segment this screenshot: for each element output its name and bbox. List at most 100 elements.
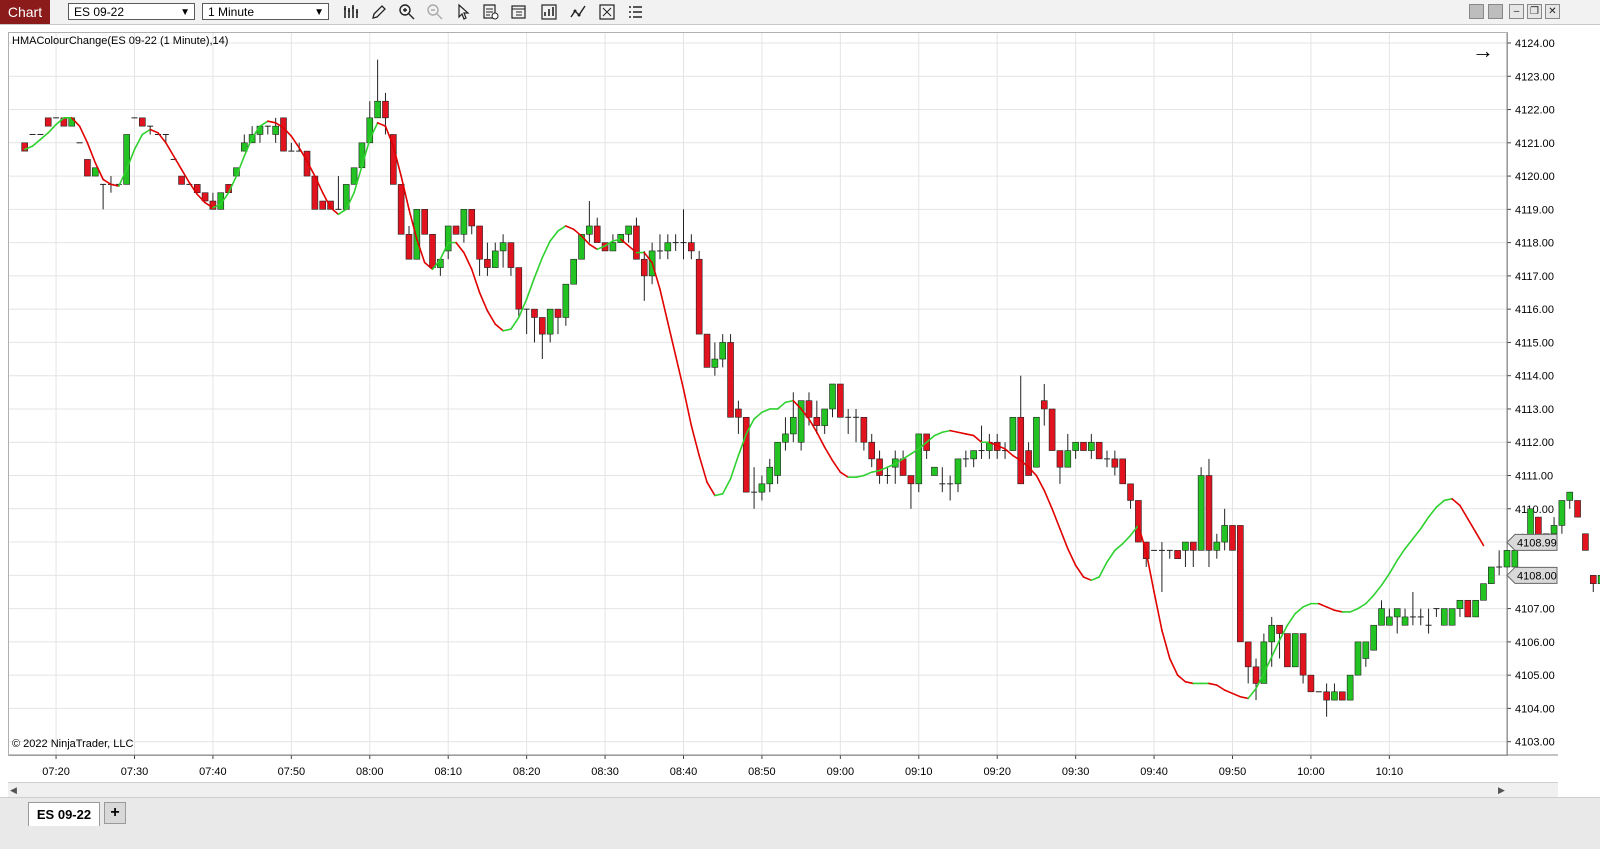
tab-es-09-22[interactable]: ES 09-22 bbox=[28, 802, 100, 826]
hma-line-segment bbox=[329, 206, 340, 216]
scroll-right-arrow-icon[interactable]: → bbox=[1472, 38, 1494, 64]
x-tick-label: 09:10 bbox=[905, 766, 933, 778]
hma-line-segment bbox=[494, 323, 504, 332]
candle-up bbox=[586, 225, 593, 235]
add-tab-button[interactable]: + bbox=[104, 802, 126, 824]
candle-up bbox=[1393, 608, 1401, 618]
hma-line-segment bbox=[1114, 542, 1124, 552]
hma-line-segment bbox=[1365, 594, 1375, 605]
hma-line-segment bbox=[478, 291, 489, 312]
candle-up bbox=[782, 433, 789, 443]
scroll-left-icon[interactable]: ◀ bbox=[10, 783, 17, 797]
hma-line-segment bbox=[337, 208, 348, 216]
hma-line-segment bbox=[1443, 498, 1453, 502]
candle-up bbox=[625, 225, 632, 235]
hma-line-segment bbox=[172, 155, 183, 171]
candle-down bbox=[1323, 691, 1330, 701]
candle-up bbox=[1558, 500, 1566, 526]
candle-down bbox=[476, 225, 483, 260]
candle-down bbox=[1237, 525, 1244, 643]
hma-line-segment bbox=[102, 178, 112, 186]
candle-down bbox=[397, 184, 405, 235]
candle-down bbox=[727, 342, 734, 418]
y-tick-label: 4120.00 bbox=[1515, 171, 1555, 183]
candle-up bbox=[1213, 541, 1221, 551]
candle-up bbox=[123, 134, 130, 185]
candle-up bbox=[460, 209, 468, 235]
candle-down bbox=[1464, 599, 1472, 618]
y-tick-label: 4115.00 bbox=[1515, 337, 1554, 349]
candle-up bbox=[970, 450, 977, 460]
candle-down bbox=[633, 225, 640, 260]
candle-down bbox=[1574, 500, 1581, 518]
hma-line-segment bbox=[933, 431, 944, 437]
indicator-label: HMAColourChange(ES 09-22 (1 Minute),14) bbox=[12, 35, 229, 47]
hma-line-segment bbox=[659, 288, 669, 324]
hma-line-segment bbox=[165, 141, 175, 157]
hma-line-segment bbox=[1388, 559, 1398, 575]
candle-up bbox=[272, 125, 279, 135]
y-tick-label: 4114.00 bbox=[1515, 371, 1554, 383]
candle-down bbox=[421, 209, 428, 235]
candle-up bbox=[609, 242, 617, 252]
candle-up bbox=[374, 100, 381, 119]
x-tick-label: 07:20 bbox=[42, 766, 70, 778]
x-tick-label: 09:50 bbox=[1219, 766, 1247, 778]
hma-line-segment bbox=[149, 128, 159, 134]
hma-line-segment bbox=[502, 328, 512, 332]
candle-down bbox=[1189, 541, 1197, 551]
horizontal-scrollbar[interactable]: ◀ ▶ bbox=[8, 782, 1558, 797]
candle-down bbox=[1040, 400, 1048, 410]
candle-up bbox=[546, 308, 554, 335]
x-tick-label: 09:00 bbox=[827, 766, 855, 778]
x-tick-label: 08:00 bbox=[356, 766, 384, 778]
hma-line-segment bbox=[510, 316, 520, 330]
y-tick-label: 4104.00 bbox=[1515, 703, 1555, 715]
candle-up bbox=[1197, 475, 1205, 551]
candle-down bbox=[876, 458, 883, 476]
candle-down bbox=[139, 117, 146, 127]
candle-up bbox=[1511, 550, 1519, 568]
hma-line-segment bbox=[1059, 527, 1069, 550]
hma-line-segment bbox=[533, 256, 544, 279]
candle-down bbox=[1095, 441, 1103, 460]
candle-up bbox=[1472, 599, 1479, 618]
candle-down bbox=[1229, 525, 1236, 551]
x-tick-label: 08:40 bbox=[670, 766, 698, 778]
candle-down bbox=[1338, 691, 1346, 701]
candle-down bbox=[1080, 441, 1087, 451]
x-tick-label: 09:30 bbox=[1062, 766, 1090, 778]
candle-up bbox=[664, 242, 672, 252]
price-chart[interactable]: 4103.00 4104.00 4105.00 4106.00 4107.00 4108.… bbox=[0, 0, 1600, 848]
hma-line-segment bbox=[290, 135, 300, 149]
y-tick-label: 4111.00 bbox=[1515, 471, 1553, 483]
hma-line-segment bbox=[902, 453, 912, 460]
candle-up bbox=[1440, 608, 1448, 626]
hma-line-segment bbox=[455, 241, 465, 254]
y-tick-label: 4121.00 bbox=[1515, 138, 1555, 150]
hma-line-segment bbox=[1459, 504, 1469, 520]
candle-down bbox=[640, 258, 648, 277]
hma-line-segment bbox=[1043, 489, 1053, 510]
scroll-right-icon[interactable]: ▶ bbox=[1498, 783, 1505, 797]
candle-down bbox=[1025, 450, 1032, 476]
hma-line-segment bbox=[1270, 639, 1281, 658]
candle-down bbox=[280, 117, 287, 152]
candle-up bbox=[1088, 441, 1095, 451]
hma-line-segment bbox=[259, 120, 269, 127]
hma-line-segment bbox=[557, 225, 567, 232]
hma-line-segment bbox=[588, 243, 599, 251]
hma-line-segment bbox=[1161, 629, 1171, 660]
candle-up bbox=[719, 342, 727, 360]
x-tick-label: 09:40 bbox=[1140, 766, 1168, 778]
y-tick-label: 4112.00 bbox=[1515, 437, 1554, 449]
candle-down bbox=[1174, 550, 1181, 559]
hma-line-segment bbox=[753, 411, 763, 420]
hma-line-segment bbox=[78, 125, 89, 144]
candle-up bbox=[1456, 599, 1464, 609]
candle-up bbox=[1378, 608, 1385, 626]
hma-line-segment bbox=[941, 429, 951, 434]
candle-down bbox=[44, 117, 52, 127]
hma-line-segment bbox=[674, 354, 685, 390]
hma-line-segment bbox=[463, 251, 473, 271]
